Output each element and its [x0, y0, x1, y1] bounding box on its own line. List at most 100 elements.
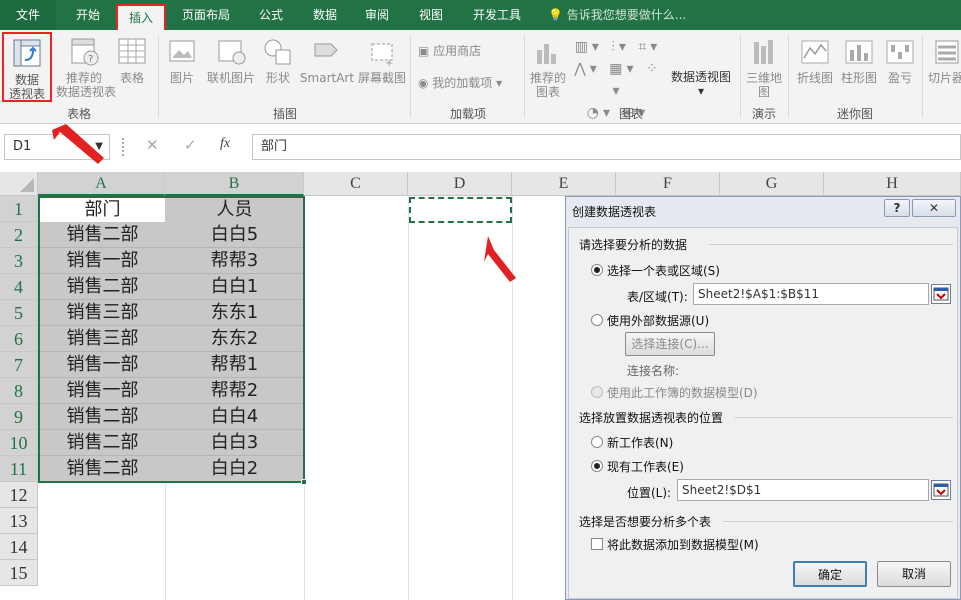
column-header-a[interactable]: A	[38, 172, 165, 196]
tell-me-text: 告诉我您想要做什么...	[566, 8, 687, 22]
row-header[interactable]: 12	[0, 482, 38, 508]
sparkline-column-button[interactable]: 柱形图	[838, 36, 880, 85]
row-header[interactable]: 10	[0, 430, 38, 456]
row-header[interactable]: 1	[0, 196, 38, 222]
row-header[interactable]: 7	[0, 352, 38, 378]
my-addins-label: 我的加载项	[432, 76, 493, 90]
sparkline-line-label: 折线图	[796, 71, 833, 85]
recommended-pivot-button[interactable]: ? 推荐的 数据透视表	[56, 36, 116, 99]
range-input[interactable]: Sheet2!$A$1:$B$11	[693, 283, 929, 305]
slicer-button[interactable]: 切片器	[926, 36, 961, 85]
ok-button[interactable]: 确定	[793, 561, 867, 587]
row-header[interactable]: 15	[0, 560, 38, 586]
store-button[interactable]: ▣ 应用商店	[418, 44, 481, 58]
tab-data[interactable]: 数据	[302, 0, 348, 30]
column-header-c[interactable]: C	[304, 172, 408, 196]
table-label: 表格	[119, 71, 144, 85]
radio-new-worksheet[interactable]	[591, 436, 603, 448]
pivot-table-icon	[11, 38, 43, 70]
smartart-icon	[311, 36, 343, 68]
tab-developer[interactable]: 开发工具	[462, 0, 532, 30]
add-to-data-model-checkbox[interactable]	[591, 538, 603, 550]
online-pictures-button[interactable]: 联机图片	[204, 36, 258, 85]
choose-connection-button[interactable]: 选择连接(C)...	[625, 332, 715, 356]
lightbulb-icon: 💡	[548, 8, 563, 22]
shapes-button[interactable]: 形状	[260, 36, 296, 85]
chevron-down-icon[interactable]: ▼	[95, 135, 103, 159]
row-header[interactable]: 14	[0, 534, 38, 560]
row-header[interactable]: 13	[0, 508, 38, 534]
fill-handle[interactable]	[301, 479, 307, 485]
my-addins-button[interactable]: ◉ 我的加载项 ▾	[418, 76, 502, 90]
tab-page-layout[interactable]: 页面布局	[172, 0, 240, 30]
destination-cell-marquee	[409, 197, 512, 223]
tab-insert[interactable]: 插入	[116, 4, 166, 30]
row-header[interactable]: 4	[0, 274, 38, 300]
group-tours-label: 演示	[751, 107, 776, 121]
section-divider	[709, 244, 953, 245]
radio-select-range[interactable]	[591, 264, 603, 276]
row-header[interactable]: 3	[0, 248, 38, 274]
3d-map-label: 三维地 图	[745, 71, 782, 99]
radio-data-model[interactable]	[591, 386, 603, 398]
picture-icon	[166, 36, 198, 68]
screenshot-button[interactable]: + 屏幕截图	[356, 36, 408, 85]
close-button[interactable]: ✕	[912, 199, 956, 217]
insert-function-icon[interactable]: fx	[220, 136, 230, 152]
pictures-button[interactable]: 图片	[164, 36, 200, 85]
pivot-chart-button[interactable]: 数据透视图 ▾	[666, 70, 736, 98]
screenshot-icon: +	[366, 36, 398, 69]
column-header-d[interactable]: D	[408, 172, 512, 196]
sparkline-line-button[interactable]: 折线图	[794, 36, 836, 85]
tab-formulas[interactable]: 公式	[248, 0, 294, 30]
smartart-button[interactable]: SmartArt	[298, 36, 356, 85]
table-button[interactable]: 表格	[114, 36, 150, 85]
column-header-e[interactable]: E	[512, 172, 616, 196]
cancel-icon[interactable]: ✕	[146, 136, 159, 154]
column-header-g[interactable]: G	[720, 172, 824, 196]
cancel-button[interactable]: 取消	[877, 561, 951, 587]
select-all-corner[interactable]	[0, 172, 38, 196]
column-sparkline-icon	[843, 36, 875, 68]
pivot-table-button[interactable]: 数据 透视表	[2, 32, 52, 102]
group-charts-label: 图表	[618, 107, 643, 121]
row-header[interactable]: 2	[0, 222, 38, 248]
label-select-range: 选择一个表或区域(S)	[607, 264, 720, 278]
name-box[interactable]: D1 ▼	[4, 134, 110, 160]
radio-external-source[interactable]	[591, 314, 603, 326]
tab-file[interactable]: 文件	[0, 0, 56, 30]
ribbon-tab-bar: 文件 开始 插入 页面布局 公式 数据 审阅 视图 开发工具 💡 告诉我您想要做…	[0, 0, 961, 30]
column-header-b[interactable]: B	[165, 172, 304, 196]
sparkline-column-label: 柱形图	[840, 71, 877, 85]
dropdown-arrow-icon: ▾	[492, 76, 503, 90]
row-header[interactable]: 5	[0, 300, 38, 326]
group-illustrations-label: 插图	[272, 107, 297, 121]
tab-view[interactable]: 视图	[408, 0, 454, 30]
column-header-f[interactable]: F	[616, 172, 720, 196]
screenshot-label: 屏幕截图	[357, 71, 406, 85]
sparkline-winloss-button[interactable]: 盈亏	[882, 36, 918, 85]
row-header[interactable]: 9	[0, 404, 38, 430]
enter-icon[interactable]: ✓	[184, 136, 197, 154]
help-button[interactable]: ?	[884, 199, 910, 217]
tab-review[interactable]: 审阅	[354, 0, 400, 30]
tab-home[interactable]: 开始	[62, 0, 114, 30]
ribbon-separator	[158, 36, 159, 118]
ribbon-separator	[740, 36, 741, 118]
radio-existing-worksheet[interactable]	[591, 460, 603, 472]
range-picker-button[interactable]	[931, 284, 951, 304]
location-picker-button[interactable]	[931, 480, 951, 500]
formula-bar-grip[interactable]	[122, 138, 126, 156]
row-header[interactable]: 11	[0, 456, 38, 482]
row-header[interactable]: 6	[0, 326, 38, 352]
recommended-charts-button[interactable]: 推荐的 图表	[528, 36, 568, 99]
formula-input[interactable]: 部门	[252, 134, 961, 160]
column-header-h[interactable]: H	[824, 172, 961, 196]
row-header[interactable]: 8	[0, 378, 38, 404]
label-external-source: 使用外部数据源(U)	[607, 314, 710, 328]
dropdown-arrow-icon: ▾	[697, 84, 705, 98]
3d-map-button[interactable]: 三维地 图	[744, 36, 784, 99]
location-input[interactable]: Sheet2!$D$1	[677, 479, 929, 501]
tell-me-box[interactable]: 💡 告诉我您想要做什么...	[548, 0, 686, 30]
online-pictures-label: 联机图片	[206, 71, 255, 85]
